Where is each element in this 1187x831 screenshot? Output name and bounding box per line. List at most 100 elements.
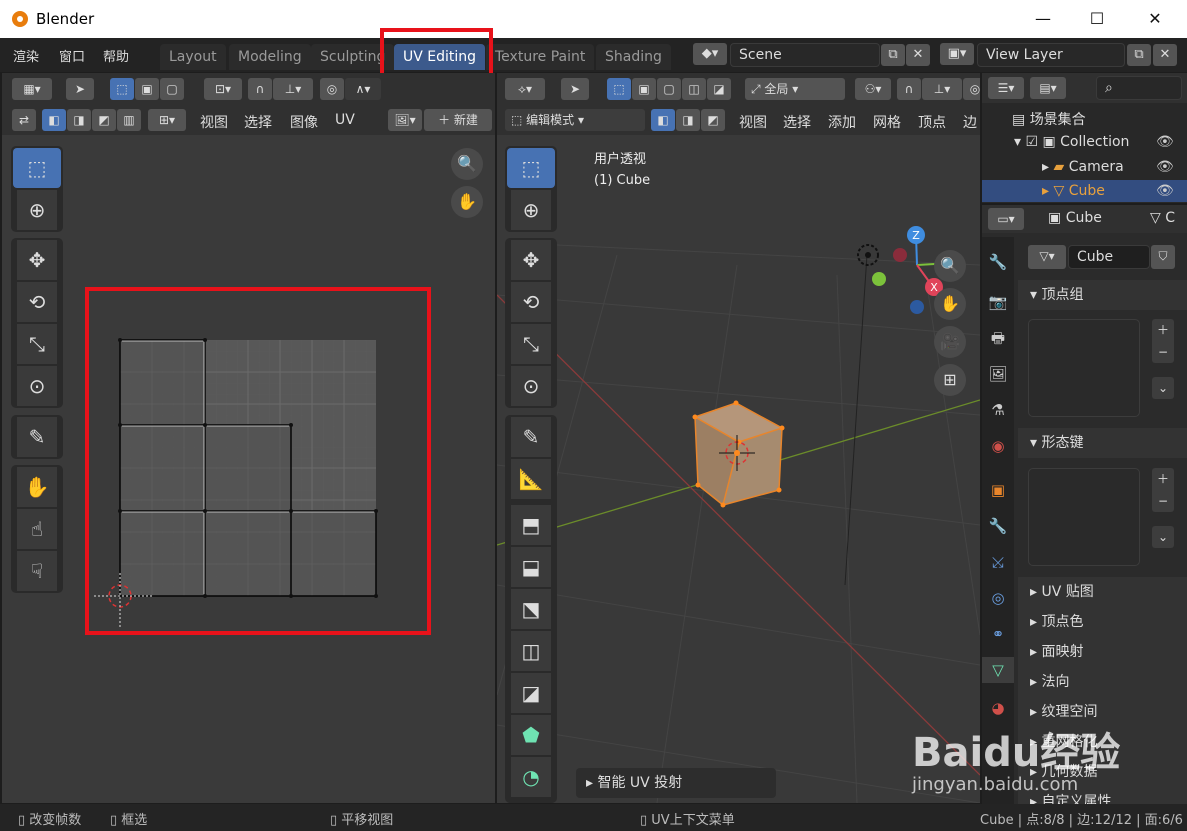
view-layer-selector-button[interactable]: ▣▾	[940, 43, 974, 65]
shape-key-add-remove[interactable]: ＋ −	[1152, 468, 1174, 512]
knife-tool-icon[interactable]: ◪	[511, 673, 551, 713]
bevel-tool-icon[interactable]: ⬔	[511, 589, 551, 629]
viewport-select-invert-icon[interactable]: ◫	[682, 78, 706, 100]
viewport-menu-add[interactable]: 添加	[828, 112, 856, 132]
cube-visibility-icon[interactable]: 👁	[1156, 183, 1174, 199]
delete-scene-icon[interactable]: ✕	[906, 44, 930, 66]
panel-vertex-colors[interactable]: ▸ 顶点色	[1018, 607, 1187, 637]
viewport-select-box-icon[interactable]: ⬚	[607, 78, 631, 100]
shape-keys-panel-header[interactable]: ▾ 形态键	[1018, 428, 1187, 458]
vertex-mode-icon[interactable]: ◧	[651, 109, 675, 131]
camera-row[interactable]: ▸ ▰ Camera	[1042, 159, 1124, 175]
vertex-group-menu-icon[interactable]: ⌄	[1152, 377, 1174, 399]
measure-tool-icon[interactable]: 📐	[511, 459, 551, 499]
viewport-menu-mesh[interactable]: 网格	[873, 112, 901, 132]
vertex-groups-panel-header[interactable]: ▾ 顶点组	[1018, 280, 1187, 310]
viewport-snap-icon[interactable]: ∩	[897, 78, 921, 100]
face-mode-icon[interactable]: ◩	[701, 109, 725, 131]
viewport-transform-tool-icon[interactable]: ⊙	[511, 366, 551, 406]
inset-tool-icon[interactable]: ⬓	[511, 547, 551, 587]
ortho-toggle-icon[interactable]: ⊞	[934, 364, 966, 396]
outliner-editor-type-icon[interactable]: ☰▾	[988, 77, 1024, 99]
fake-user-shield-icon[interactable]: ⛉	[1151, 245, 1175, 269]
camera-visibility-icon[interactable]: 👁	[1156, 159, 1174, 175]
viewport-pan-icon[interactable]: ✋	[934, 288, 966, 320]
viewport-select-tool-icon[interactable]: ➤	[561, 78, 589, 100]
outliner-search-field[interactable]: ⌕	[1096, 76, 1182, 100]
viewport-menu-vertex[interactable]: 顶点	[918, 112, 946, 132]
cube-row[interactable]: ▸ ▽ Cube 👁	[982, 180, 1187, 202]
physics-tab-icon[interactable]: ◎	[985, 585, 1011, 611]
data-tab-icon[interactable]: ▽	[982, 657, 1014, 683]
collection-visibility-icon[interactable]: 👁	[1156, 134, 1174, 150]
viewport-menu-edge[interactable]: 边	[963, 112, 977, 132]
viewport-snap-target-icon[interactable]: ⊥▾	[922, 78, 962, 100]
tab-modeling[interactable]: Modeling	[229, 44, 311, 70]
mesh-name-field[interactable]: Cube	[1068, 245, 1150, 269]
constraints-tab-icon[interactable]: ⚭	[985, 621, 1011, 647]
last-operation-panel[interactable]: ▸ 智能 UV 投射	[576, 768, 776, 798]
scene-name-field[interactable]: Scene	[730, 43, 880, 67]
edge-mode-icon[interactable]: ◨	[676, 109, 700, 131]
viewport-menu-select[interactable]: 选择	[783, 112, 811, 132]
scene-tab-icon[interactable]: ⚗	[985, 397, 1011, 423]
viewport-select-extend-icon[interactable]: ▣	[632, 78, 656, 100]
camera-view-icon[interactable]: 🎥	[934, 326, 966, 358]
outliner-filter-icon[interactable]: ▤▾	[1030, 77, 1066, 99]
viewport-select-intersect-icon[interactable]: ◪	[707, 78, 731, 100]
scene-collection-row[interactable]: ▤ 场景集合	[1012, 109, 1086, 129]
tab-texture-paint[interactable]: Texture Paint	[486, 44, 595, 70]
properties-editor-type-icon[interactable]: ▭▾	[988, 208, 1024, 230]
mode-dropdown[interactable]: ⬚ 编辑模式 ▾	[505, 109, 645, 131]
mesh-data-browse-icon[interactable]: ▽▾	[1028, 245, 1066, 269]
viewport-editor-type-icon[interactable]: ⟡▾	[505, 78, 545, 100]
tab-layout[interactable]: Layout	[160, 44, 226, 70]
shape-key-menu-icon[interactable]: ⌄	[1152, 526, 1174, 548]
viewport-move-tool-icon[interactable]: ✥	[511, 240, 551, 280]
new-view-layer-icon[interactable]: ⧉	[1127, 44, 1151, 66]
collection-row[interactable]: ▾ ☑ ▣ Collection	[1014, 134, 1129, 150]
extrude-tool-icon[interactable]: ⬒	[511, 505, 551, 545]
modifiers-tab-icon[interactable]: 🔧	[985, 513, 1011, 539]
maximize-button[interactable]: ☐	[1084, 6, 1110, 32]
world-tab-icon[interactable]: ◉	[985, 433, 1011, 459]
viewport-menu-view[interactable]: 视图	[739, 112, 767, 132]
output-tab-icon[interactable]: 🖶	[985, 325, 1011, 351]
shape-keys-list[interactable]	[1028, 468, 1140, 566]
vertex-group-add-remove[interactable]: ＋ −	[1152, 319, 1174, 363]
orientation-dropdown[interactable]: ⤢ 全局 ▾	[745, 78, 845, 100]
viewport-rotate-tool-icon[interactable]: ⟲	[511, 282, 551, 322]
poly-build-tool-icon[interactable]: ⬟	[511, 715, 551, 755]
render-tab-icon[interactable]: 📷	[985, 289, 1011, 315]
viewport-pivot-icon[interactable]: ⚇▾	[855, 78, 891, 100]
vertex-groups-list[interactable]	[1028, 319, 1140, 417]
scene-selector-button[interactable]: ◆▾	[693, 43, 727, 65]
new-scene-icon[interactable]: ⧉	[881, 44, 905, 66]
view-layer-tab-icon[interactable]: 🖼	[985, 361, 1011, 387]
minimize-button[interactable]: —	[1030, 6, 1056, 32]
menu-render[interactable]: 渲染	[13, 46, 39, 65]
material-tab-icon[interactable]: ◕	[985, 695, 1011, 721]
panel-face-maps[interactable]: ▸ 面映射	[1018, 637, 1187, 667]
viewport-annotate-tool-icon[interactable]: ✎	[511, 417, 551, 457]
viewport-proportional-icon[interactable]: ◎	[963, 78, 980, 100]
spin-tool-icon[interactable]: ◔	[511, 757, 551, 797]
loop-cut-tool-icon[interactable]: ◫	[511, 631, 551, 671]
object-tab-icon[interactable]: ▣	[985, 477, 1011, 503]
viewport-select-box-tool-icon[interactable]: ⬚	[507, 148, 555, 188]
tab-shading[interactable]: Shading	[596, 44, 671, 70]
view-layer-field[interactable]: View Layer	[977, 43, 1125, 67]
menu-help[interactable]: 帮助	[103, 46, 129, 65]
delete-view-layer-icon[interactable]: ✕	[1153, 44, 1177, 66]
viewport-canvas: Z Y X	[497, 226, 980, 803]
viewport-select-subtract-icon[interactable]: ▢	[657, 78, 681, 100]
viewport-zoom-icon[interactable]: 🔍	[934, 250, 966, 282]
viewport-cursor-tool-icon[interactable]: ⊕	[511, 190, 551, 230]
close-button[interactable]: ✕	[1142, 6, 1168, 32]
panel-uv-maps[interactable]: ▸ UV 贴图	[1018, 577, 1187, 607]
menu-window[interactable]: 窗口	[59, 46, 85, 65]
particles-tab-icon[interactable]: ⤩	[985, 549, 1011, 575]
viewport-scale-tool-icon[interactable]: ⤡	[511, 324, 551, 364]
panel-normals[interactable]: ▸ 法向	[1018, 667, 1187, 697]
tool-tab-icon[interactable]: 🔧	[985, 249, 1011, 275]
